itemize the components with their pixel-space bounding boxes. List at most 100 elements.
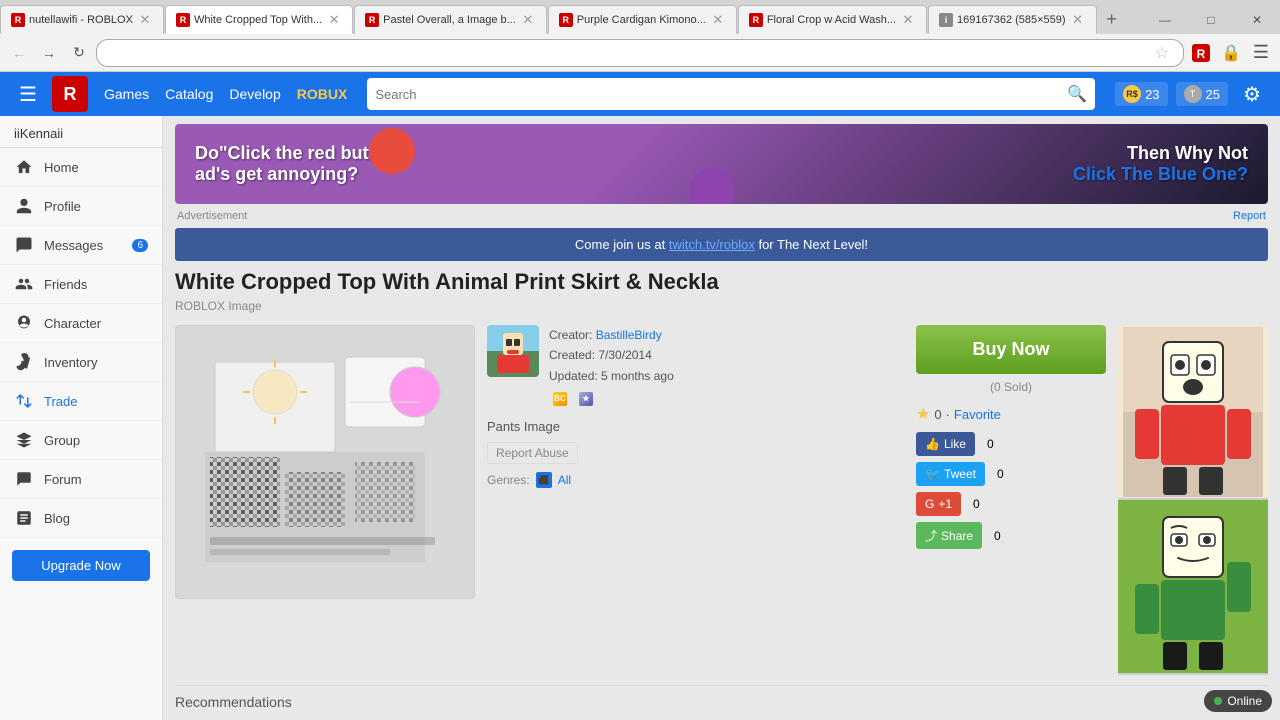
extension-icon[interactable]: 🔒 <box>1218 40 1244 66</box>
tab-white-cropped[interactable]: R White Cropped Top With... ✕ <box>165 5 353 34</box>
item-content: Creator: BastilleBirdy Created: 7/30/201… <box>175 325 1268 675</box>
tab-label-4: Purple Cardigan Kimono... <box>577 14 706 26</box>
tickets-count: 25 <box>1206 87 1220 102</box>
sidebar-item-profile[interactable]: Profile <box>0 187 162 226</box>
created-label: Created: <box>549 348 595 362</box>
buy-now-button[interactable]: Buy Now <box>916 325 1106 374</box>
character-top-svg <box>1123 327 1263 497</box>
like-label: Like <box>944 437 966 451</box>
sidebar-label-friends: Friends <box>44 277 87 292</box>
refresh-button[interactable]: ↻ <box>66 40 92 66</box>
ad-banner: Do"Click the red button" ad's get annoyi… <box>175 124 1268 204</box>
nav-link-catalog[interactable]: Catalog <box>165 82 213 106</box>
sidebar-item-messages[interactable]: Messages 6 <box>0 226 162 265</box>
tab-close-2[interactable]: ✕ <box>326 12 342 28</box>
ad-image-top <box>1118 325 1268 500</box>
creator-label-row: Creator: BastilleBirdy <box>549 325 674 345</box>
sidebar-item-forum[interactable]: Forum <box>0 460 162 499</box>
minimize-button[interactable]: — <box>1142 3 1188 37</box>
robux-badge[interactable]: R$ 23 <box>1115 82 1167 106</box>
sidebar-item-trade[interactable]: Trade <box>0 382 162 421</box>
gplus-button[interactable]: G +1 <box>916 492 961 516</box>
twitch-text-before: Come join us at <box>575 237 669 252</box>
tweet-count: 0 <box>991 465 1010 483</box>
tweet-button[interactable]: 🐦 Tweet <box>916 462 985 486</box>
ad-report-link[interactable]: Report <box>1233 210 1266 222</box>
ad-purple-circle <box>689 168 735 204</box>
sidebar-item-home[interactable]: Home <box>0 148 162 187</box>
gplus-count: 0 <box>967 495 986 513</box>
messages-badge: 6 <box>132 239 148 252</box>
bc-icon: BC <box>553 392 567 406</box>
twitch-link[interactable]: twitch.tv/roblox <box>669 237 755 252</box>
genre-link[interactable]: All <box>558 473 571 487</box>
search-icon[interactable]: 🔍 <box>1067 84 1087 104</box>
address-bar[interactable]: www.roblox.com/White-Cropped-Top-With-An… <box>96 39 1184 67</box>
url-input[interactable]: www.roblox.com/White-Cropped-Top-With-An… <box>107 46 1151 60</box>
bc-badges: BC ★ <box>549 389 674 407</box>
tickets-icon: T <box>1184 85 1202 103</box>
tab-image[interactable]: i 169167362 (585×559) ✕ <box>928 5 1097 34</box>
tab-close-6[interactable]: ✕ <box>1070 12 1086 28</box>
roblox-logo[interactable]: R <box>52 76 88 112</box>
creator-avatar <box>487 325 539 377</box>
item-image <box>176 326 474 598</box>
menu-button[interactable]: ☰ <box>1248 40 1274 66</box>
recommendations-section: Recommendations <box>175 685 1268 710</box>
tweet-label: Tweet <box>944 467 976 481</box>
share-icon: ⤴ <box>925 527 937 544</box>
tab-nutellawifi[interactable]: R nutellawifi - ROBLOX ✕ <box>0 5 164 34</box>
sidebar-item-blog[interactable]: Blog <box>0 499 162 538</box>
settings-button[interactable]: ⚙ <box>1236 78 1268 110</box>
forward-button[interactable]: → <box>36 40 62 66</box>
upgrade-button[interactable]: Upgrade Now <box>12 550 150 581</box>
tab-favicon-6: i <box>939 13 953 27</box>
hamburger-button[interactable]: ☰ <box>12 78 44 110</box>
nav-right-section: R$ 23 T 25 ⚙ <box>1115 78 1268 110</box>
item-page: White Cropped Top With Animal Print Skir… <box>175 269 1268 710</box>
report-abuse-link[interactable]: Report Abuse <box>487 442 578 464</box>
maximize-button[interactable]: □ <box>1188 3 1234 37</box>
tab-close-3[interactable]: ✕ <box>520 12 536 28</box>
nav-link-develop[interactable]: Develop <box>229 82 280 106</box>
new-tab-button[interactable]: + <box>1098 5 1126 34</box>
character-bottom-svg <box>1123 502 1263 672</box>
tab-purple-cardigan[interactable]: R Purple Cardigan Kimono... ✕ <box>548 5 737 34</box>
genre-icon: ⬛ <box>536 472 552 488</box>
tab-pastel-overall[interactable]: R Pastel Overall, a Image b... ✕ <box>354 5 547 34</box>
sidebar-item-group[interactable]: Group <box>0 421 162 460</box>
tab-close-1[interactable]: ✕ <box>137 12 153 28</box>
sidebar-item-inventory[interactable]: Inventory <box>0 343 162 382</box>
item-image-box <box>175 325 475 599</box>
messages-icon <box>14 235 34 255</box>
favorite-link[interactable]: Favorite <box>954 407 1001 422</box>
tickets-badge[interactable]: T 25 <box>1176 82 1228 106</box>
tab-floral-crop[interactable]: R Floral Crop w Acid Wash... ✕ <box>738 5 927 34</box>
ad-text-2: ad's get annoying? <box>195 164 669 185</box>
like-button[interactable]: 👍 Like <box>916 432 975 456</box>
back-button[interactable]: ← <box>6 40 32 66</box>
ad-red-circle <box>369 128 415 174</box>
tab-favicon-1: R <box>11 13 25 27</box>
creator-name-link[interactable]: BastilleBirdy <box>596 328 662 342</box>
like-icon: 👍 <box>925 437 940 451</box>
sidebar-item-character[interactable]: Character <box>0 304 162 343</box>
bc-badge: BC <box>549 391 571 407</box>
nav-link-games[interactable]: Games <box>104 82 149 106</box>
roblox-nav-icon[interactable]: R <box>1188 40 1214 66</box>
recommendations-label: Recommendations <box>175 694 292 710</box>
twitch-banner: Come join us at twitch.tv/roblox for The… <box>175 228 1268 261</box>
sidebar-item-friends[interactable]: Friends <box>0 265 162 304</box>
tab-favicon-4: R <box>559 13 573 27</box>
bookmark-star-icon[interactable]: ☆ <box>1151 43 1173 63</box>
twitter-icon: 🐦 <box>925 467 940 481</box>
ad-footer: Advertisement Report <box>163 208 1280 224</box>
close-button[interactable]: ✕ <box>1234 3 1280 37</box>
tab-close-4[interactable]: ✕ <box>710 12 726 28</box>
sidebar-label-inventory: Inventory <box>44 355 97 370</box>
tab-close-5[interactable]: ✕ <box>900 12 916 28</box>
share-button[interactable]: ⤴ Share <box>916 522 982 549</box>
search-input[interactable] <box>375 87 1067 102</box>
tab-favicon-2: R <box>176 13 190 27</box>
nav-link-robux[interactable]: ROBUX <box>297 82 348 106</box>
